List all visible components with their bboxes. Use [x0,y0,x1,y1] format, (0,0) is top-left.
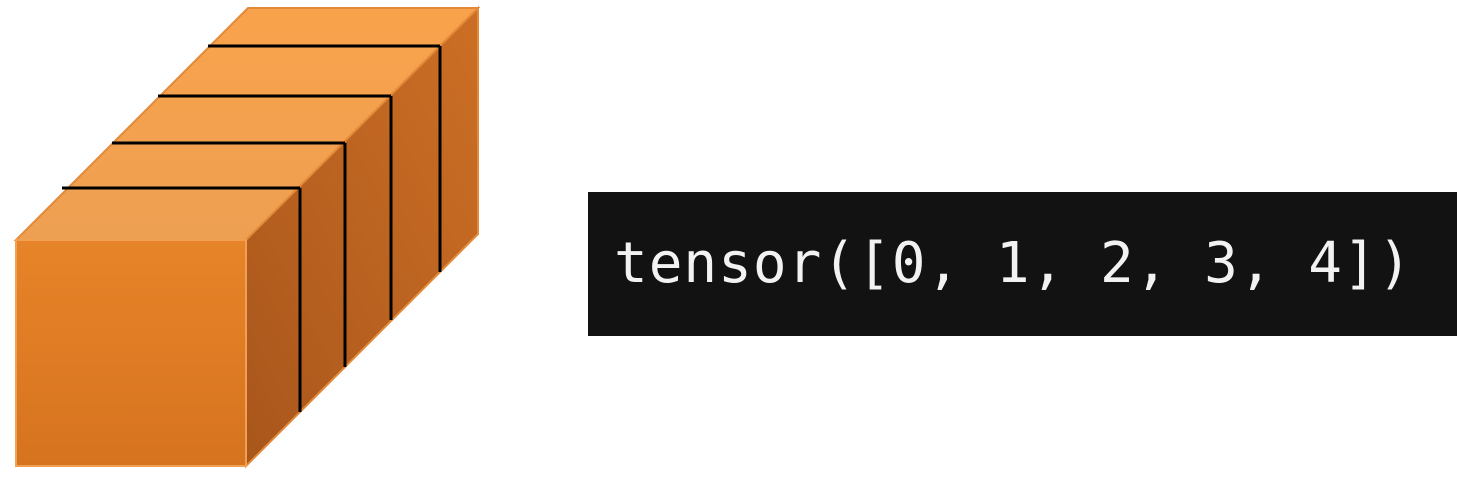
tensor-cube-diagram [13,5,481,469]
tensor-output-box: tensor([0, 1, 2, 3, 4]) [588,192,1457,336]
cube-front-face [15,239,247,467]
tensor-output-text: tensor([0, 1, 2, 3, 4]) [614,231,1413,296]
